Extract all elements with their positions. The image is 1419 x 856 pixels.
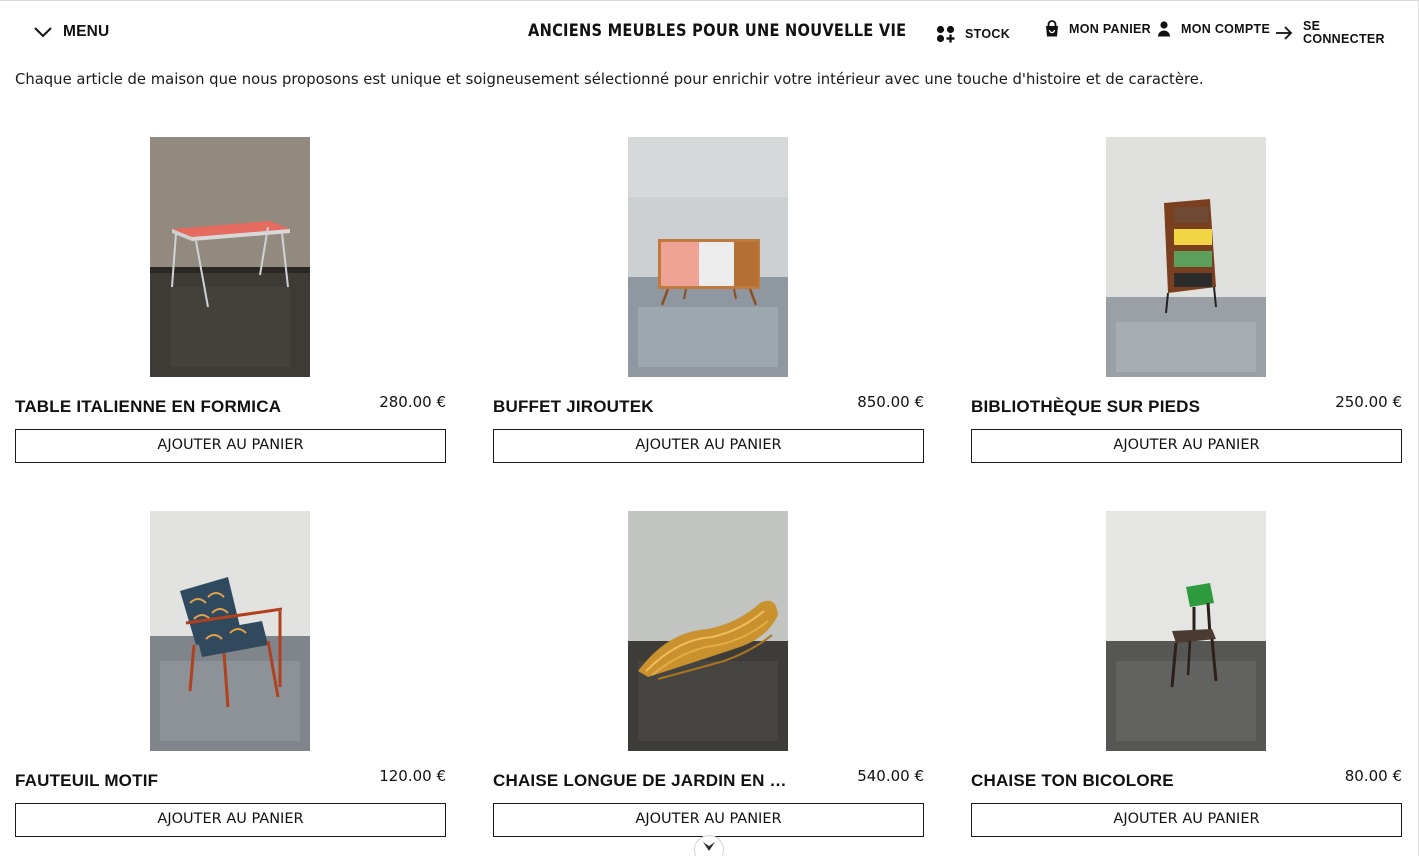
nav-account[interactable]: MON COMPTE <box>1156 20 1273 38</box>
product-price: 850.00 € <box>857 393 924 411</box>
product-photo-armchair <box>150 511 310 751</box>
product-image[interactable] <box>628 511 788 751</box>
nav-login-label: SE CONNECTER <box>1303 19 1385 46</box>
site-header: MENU ANCIENS MEUBLES POUR UNE NOUVELLE V… <box>0 1 1418 67</box>
nav-cart[interactable]: MON PANIER <box>1044 20 1161 38</box>
product-card: CHAISE LONGUE DE JARDIN EN R... 540.00 €… <box>493 511 924 841</box>
product-name[interactable]: BUFFET JIROUTEK <box>493 397 793 417</box>
product-card: BIBLIOTHÈQUE SUR PIEDS 250.00 € AJOUTER … <box>971 137 1402 467</box>
nav-login[interactable]: SE CONNECTER <box>1274 20 1395 46</box>
product-price: 250.00 € <box>1335 393 1402 411</box>
product-name[interactable]: CHAISE TON BICOLORE <box>971 771 1271 791</box>
menu-label: MENU <box>63 23 110 40</box>
page: MENU ANCIENS MEUBLES POUR UNE NOUVELLE V… <box>0 0 1419 856</box>
product-price: 540.00 € <box>857 767 924 785</box>
product-image[interactable] <box>1106 137 1266 377</box>
add-to-cart-button[interactable]: AJOUTER AU PANIER <box>971 803 1402 837</box>
product-name[interactable]: BIBLIOTHÈQUE SUR PIEDS <box>971 397 1271 417</box>
product-photo-chair <box>1106 511 1266 751</box>
product-name[interactable]: TABLE ITALIENNE EN FORMICA <box>15 397 315 417</box>
nav-stock[interactable]: STOCK <box>936 25 1057 43</box>
product-name[interactable]: FAUTEUIL MOTIF <box>15 771 315 791</box>
product-photo-table <box>150 137 310 377</box>
product-card: TABLE ITALIENNE EN FORMICA 280.00 € AJOU… <box>15 137 446 467</box>
add-to-cart-button[interactable]: AJOUTER AU PANIER <box>971 429 1402 463</box>
product-photo-lounge-chair <box>628 511 788 751</box>
chevron-down-icon <box>34 27 52 38</box>
product-card: CHAISE TON BICOLORE 80.00 € AJOUTER AU P… <box>971 511 1402 841</box>
product-photo-buffet <box>628 137 788 377</box>
add-to-cart-button[interactable]: AJOUTER AU PANIER <box>493 803 924 837</box>
product-card: FAUTEUIL MOTIF 120.00 € AJOUTER AU PANIE… <box>15 511 446 841</box>
bag-icon <box>1046 20 1058 37</box>
product-price: 80.00 € <box>1344 767 1402 785</box>
product-card: BUFFET JIROUTEK 850.00 € AJOUTER AU PANI… <box>493 137 924 467</box>
product-price: 120.00 € <box>379 767 446 785</box>
product-price: 280.00 € <box>379 393 446 411</box>
menu-button[interactable]: MENU <box>33 23 109 41</box>
user-icon <box>1158 21 1170 37</box>
add-to-cart-button[interactable]: AJOUTER AU PANIER <box>15 803 446 837</box>
site-title[interactable]: ANCIENS MEUBLES POUR UNE NOUVELLE VIE <box>528 21 906 41</box>
product-photo-bookshelf <box>1106 137 1266 377</box>
nav-account-label: MON COMPTE <box>1181 21 1271 36</box>
add-to-cart-button[interactable]: AJOUTER AU PANIER <box>15 429 446 463</box>
arrow-right-icon <box>1276 26 1293 40</box>
nav-cart-label: MON PANIER <box>1069 21 1151 36</box>
chevron-down-icon <box>703 842 715 851</box>
grid-plus-icon <box>936 25 955 43</box>
product-image[interactable] <box>628 137 788 377</box>
product-image[interactable] <box>1106 511 1266 751</box>
intro-text: Chaque article de maison que nous propos… <box>15 70 1204 88</box>
add-to-cart-button[interactable]: AJOUTER AU PANIER <box>493 429 924 463</box>
product-name[interactable]: CHAISE LONGUE DE JARDIN EN R... <box>493 771 793 791</box>
product-image[interactable] <box>150 137 310 377</box>
product-image[interactable] <box>150 511 310 751</box>
